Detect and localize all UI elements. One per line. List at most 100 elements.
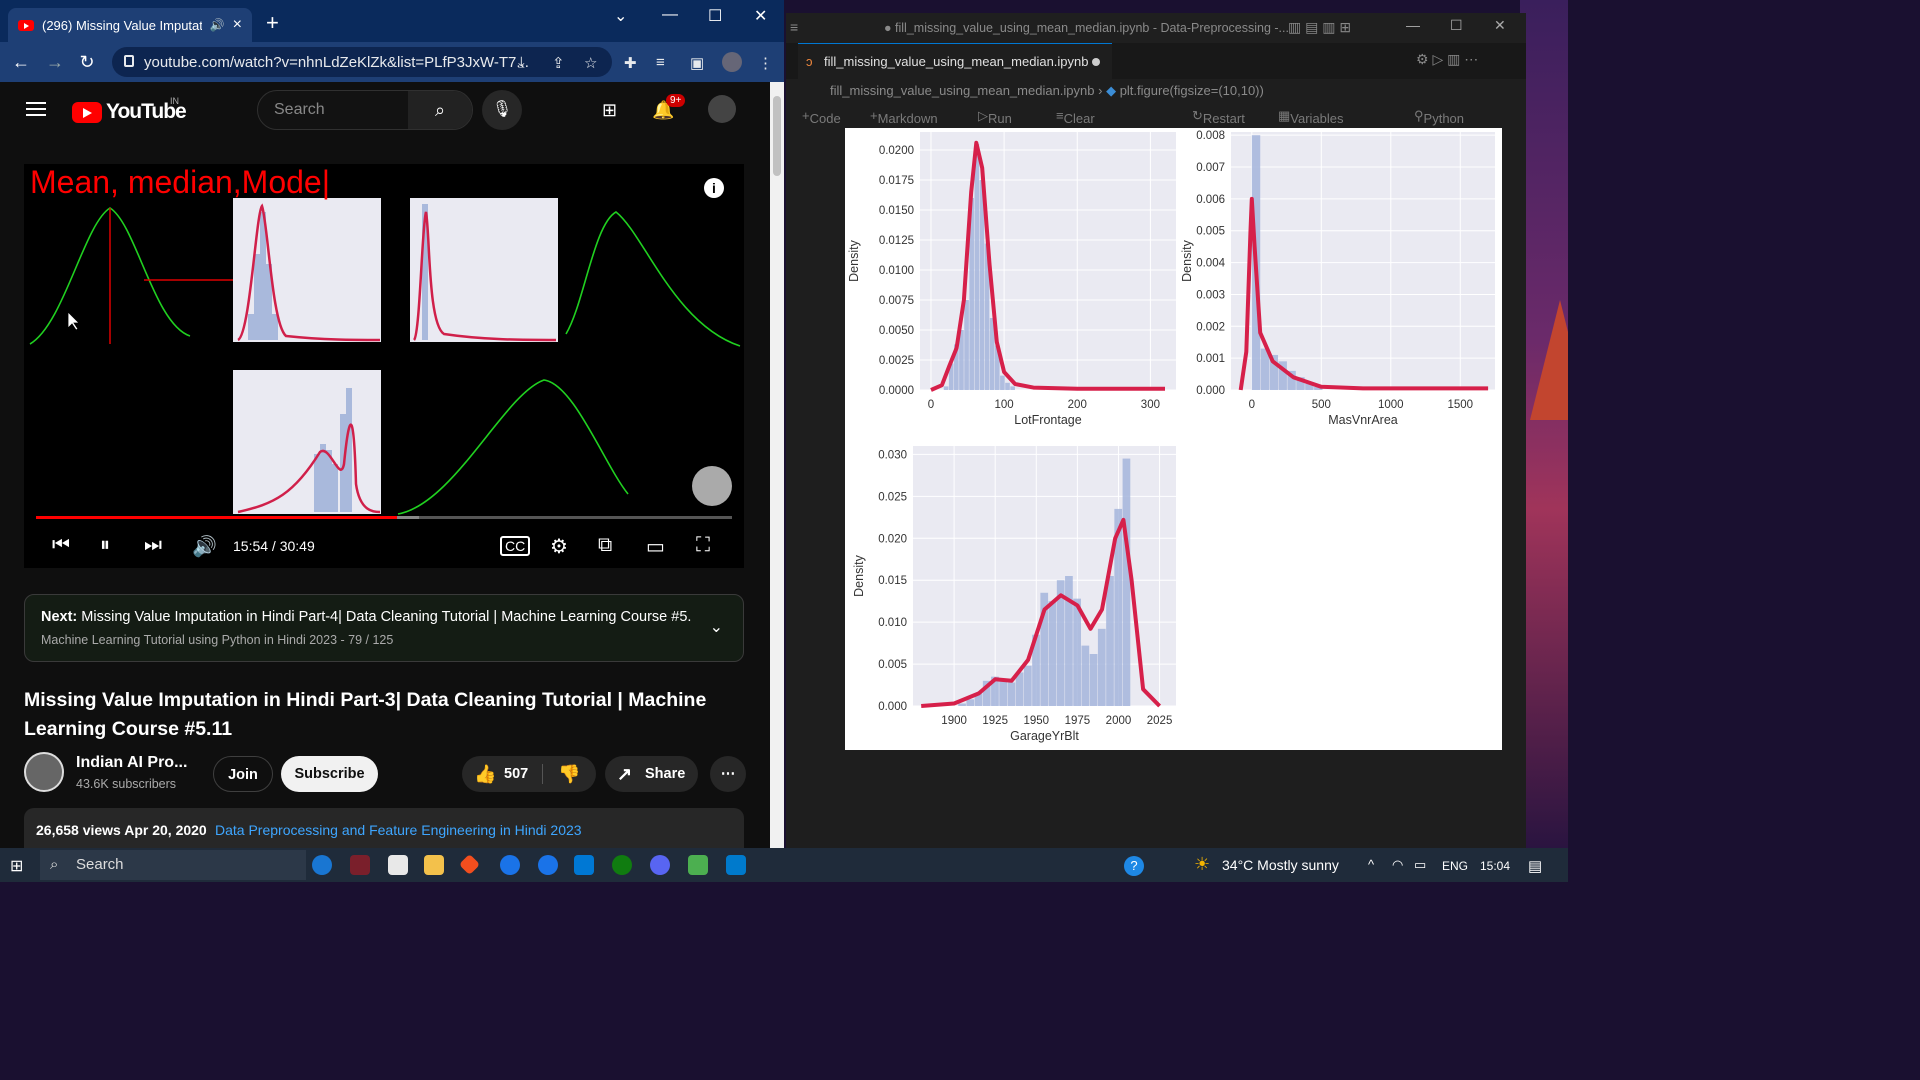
- add-code-button[interactable]: + Code: [802, 108, 841, 126]
- account-avatar[interactable]: [708, 95, 736, 123]
- edge-icon[interactable]: [312, 855, 332, 875]
- channel-avatar[interactable]: [24, 752, 64, 792]
- run-all-button[interactable]: ▷ Run All: [978, 108, 1012, 141]
- taskbar-search[interactable]: ⌕ Search: [40, 850, 306, 880]
- back-button[interactable]: ←: [4, 52, 38, 73]
- audio-icon[interactable]: 🔊: [210, 18, 225, 32]
- bluestacks-icon[interactable]: [688, 855, 708, 875]
- add-markdown-button[interactable]: + Markdown: [870, 108, 938, 126]
- install-app-icon[interactable]: ⤓: [518, 54, 525, 71]
- media-control-icon[interactable]: ≡: [656, 54, 665, 71]
- language-indicator[interactable]: ENG: [1442, 859, 1468, 873]
- miniplayer-icon[interactable]: ⧉: [598, 534, 612, 557]
- playlist-link[interactable]: Data Preprocessing and Feature Engineeri…: [215, 822, 582, 838]
- kernel-picker[interactable]: ⚲ Python 3.10.8: [1414, 108, 1464, 141]
- chevron-down-icon[interactable]: ⌄: [710, 617, 723, 637]
- previous-icon[interactable]: ⏮: [52, 534, 70, 557]
- battery-icon[interactable]: ▭: [1414, 857, 1426, 873]
- editor-actions-icon[interactable]: ⚙ ▷ ▥ ⋯: [1416, 51, 1478, 68]
- scrollbar-thumb[interactable]: [773, 96, 781, 176]
- description-box[interactable]: 26,658 views Apr 20, 2020 Data Preproces…: [24, 808, 744, 848]
- fullscreen-icon[interactable]: ⛶: [696, 534, 710, 557]
- maximize-button[interactable]: ☐: [708, 6, 722, 26]
- histogram-bar: [1007, 682, 1016, 706]
- xbox-icon[interactable]: [612, 855, 632, 875]
- settings-gear-icon[interactable]: ⚙: [550, 534, 568, 559]
- git-icon[interactable]: [458, 853, 481, 876]
- menu-hamburger-icon[interactable]: [26, 102, 46, 116]
- maximize-button[interactable]: ☐: [1450, 17, 1463, 34]
- captions-icon[interactable]: CC: [500, 536, 531, 556]
- subscribe-button[interactable]: Subscribe: [281, 756, 378, 792]
- close-window-button[interactable]: ✕: [1494, 17, 1506, 34]
- tray-chevron-icon[interactable]: ^: [1368, 857, 1374, 872]
- unsaved-dot-icon[interactable]: [1092, 58, 1100, 66]
- app-icon[interactable]: [350, 855, 370, 875]
- url-field[interactable]: youtube.com/watch?v=nhnLdZeKlZk&list=PLf…: [112, 47, 612, 77]
- x-tick-label: 0: [1249, 399, 1255, 411]
- discord-icon[interactable]: [650, 855, 670, 875]
- histogram-bar: [964, 300, 969, 390]
- chrome-icon[interactable]: [500, 855, 520, 875]
- wifi-icon[interactable]: ◠: [1392, 857, 1403, 873]
- search-input[interactable]: Search ⌕: [257, 90, 473, 130]
- forward-button[interactable]: →: [38, 52, 72, 73]
- restart-button[interactable]: ↻ Restart: [1192, 108, 1245, 126]
- profile-avatar[interactable]: [722, 52, 742, 72]
- x-tick-label: 1975: [1065, 715, 1091, 727]
- like-button[interactable]: 👍 507 👎: [462, 756, 596, 792]
- share-icon: ↗: [617, 764, 633, 784]
- chrome-menu-icon[interactable]: ⋮: [758, 54, 773, 72]
- weather-text[interactable]: 34°C Mostly sunny: [1222, 857, 1339, 873]
- progress-bar[interactable]: [36, 516, 732, 519]
- vscode-icon[interactable]: [726, 855, 746, 875]
- chrome-profile-icon[interactable]: [538, 855, 558, 875]
- windows-start-icon[interactable]: ⊞: [10, 856, 23, 876]
- side-panel-icon[interactable]: ▣: [690, 54, 704, 72]
- create-video-icon[interactable]: ⊞: [602, 100, 617, 121]
- browser-tab-active[interactable]: (296) Missing Value Imputati 🔊 ×: [8, 8, 252, 42]
- video-player[interactable]: Mean, median,Mode| i ⏮ ⏸ ⏭ 🔊 15:54 / 30:…: [24, 164, 744, 568]
- share-button[interactable]: ↗ Share: [605, 756, 698, 792]
- bookmark-star-icon[interactable]: ☆: [584, 54, 597, 72]
- more-actions-icon[interactable]: ⋯: [710, 756, 746, 792]
- minimize-button[interactable]: —: [662, 6, 678, 24]
- volume-icon[interactable]: 🔊: [192, 534, 217, 559]
- voice-search-mic-icon[interactable]: 🎙: [482, 90, 522, 130]
- reload-button[interactable]: ↻: [70, 52, 104, 73]
- remote-desktop-icon[interactable]: [574, 855, 594, 875]
- notebook-tab[interactable]: ↄ fill_missing_value_using_mean_median.i…: [798, 43, 1112, 79]
- theater-mode-icon[interactable]: ▭: [646, 534, 665, 559]
- help-icon[interactable]: ?: [1124, 856, 1144, 876]
- variables-button[interactable]: ▦ Variables: [1278, 108, 1344, 126]
- notification-badge: 9+: [666, 94, 686, 107]
- channel-watermark[interactable]: [692, 466, 732, 506]
- minimize-button[interactable]: —: [1406, 17, 1420, 33]
- up-next-card[interactable]: Next: Missing Value Imputation in Hindi …: [24, 594, 744, 662]
- vscode-menu-icon[interactable]: ≡: [790, 19, 798, 35]
- clear-outputs-button[interactable]: ≡ Clear All Outputs: [1056, 108, 1109, 156]
- youtube-logo[interactable]: YouTube IN: [72, 96, 187, 124]
- close-tab-icon[interactable]: ×: [233, 16, 242, 34]
- extensions-icon[interactable]: ✚: [624, 54, 637, 72]
- new-tab-button[interactable]: +: [266, 10, 279, 36]
- editor-tabs: ↄ fill_missing_value_using_mean_median.i…: [786, 43, 1526, 79]
- share-page-icon[interactable]: ⇪: [552, 54, 565, 72]
- clock[interactable]: 15:04: [1480, 859, 1510, 873]
- thumbs-down-icon[interactable]: 👎: [558, 756, 580, 792]
- close-window-button[interactable]: ✕: [754, 6, 767, 26]
- x-tick-label: 2000: [1106, 715, 1132, 727]
- search-placeholder: Search: [274, 101, 325, 118]
- join-button[interactable]: Join: [213, 756, 273, 792]
- pause-icon[interactable]: ⏸: [100, 534, 110, 557]
- page-scrollbar[interactable]: [770, 82, 784, 848]
- layout-toggle-icon[interactable]: ▥ ▤ ▥ ⊞: [1288, 19, 1351, 36]
- search-icon[interactable]: ⌕: [408, 91, 472, 129]
- channel-name[interactable]: Indian AI Pro...: [76, 754, 187, 772]
- store-icon[interactable]: [388, 855, 408, 875]
- tab-search-icon[interactable]: ⌄: [614, 6, 627, 26]
- file-explorer-icon[interactable]: [424, 855, 444, 875]
- info-icon[interactable]: i: [704, 178, 724, 198]
- next-icon[interactable]: ⏭: [144, 534, 162, 557]
- notifications-icon[interactable]: ▤: [1528, 857, 1542, 875]
